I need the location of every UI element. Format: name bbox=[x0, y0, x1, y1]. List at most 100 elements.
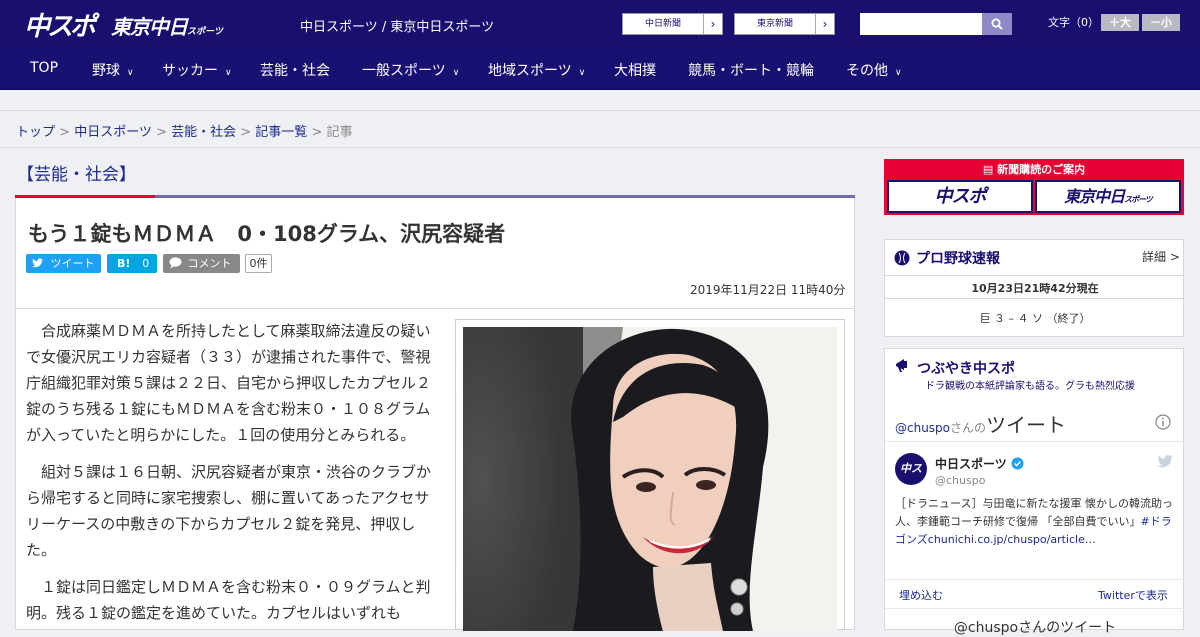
baseball-icon bbox=[894, 250, 910, 266]
search-button[interactable] bbox=[982, 13, 1012, 35]
photo-frame bbox=[463, 327, 837, 631]
breadcrumb-chunichi-sports[interactable]: 中日スポーツ bbox=[74, 125, 152, 140]
chevron-right-icon: › bbox=[822, 17, 828, 31]
chunichi-shimbun-label: 中日新聞 bbox=[623, 14, 704, 34]
breadcrumb-bar: トップ > 中日スポーツ > 芸能・社会 > 記事一覧 > 記事 bbox=[0, 110, 1200, 148]
info-icon[interactable] bbox=[1155, 414, 1171, 430]
nav-general-sports[interactable]: 一般スポーツ ∨ bbox=[362, 60, 459, 80]
hatena-icon: B! bbox=[117, 257, 131, 270]
twitter-san: さんの bbox=[950, 421, 987, 435]
font-bigger-button[interactable]: ＋大 bbox=[1101, 14, 1139, 31]
breadcrumb-article-list[interactable]: 記事一覧 bbox=[255, 125, 307, 140]
article-paragraph: 組対５課は１６日朝、沢尻容疑者が東京・渋谷のクラブから帰宅すると同時に家宅捜索し… bbox=[26, 463, 432, 559]
tokyo-logo-text: 東京中日 bbox=[111, 15, 188, 39]
subscription-title: ▤ 新聞購読のご案内 bbox=[884, 161, 1184, 177]
tokyo-chunichi-logo[interactable]: 東京中日スポーツ bbox=[111, 11, 223, 40]
nav-label: 大相撲 bbox=[614, 63, 656, 79]
font-smaller-button[interactable]: －小 bbox=[1142, 14, 1180, 31]
twitter-tweet-word: ツイート bbox=[986, 413, 1067, 437]
newspaper-icon: ▤ bbox=[982, 163, 998, 176]
chunichi-shimbun-link[interactable]: 中日新聞 › bbox=[622, 13, 723, 35]
search-icon bbox=[991, 18, 1003, 30]
divider bbox=[885, 579, 1185, 580]
hatena-count: 0 bbox=[142, 257, 150, 270]
chevron-down-icon: ∨ bbox=[225, 68, 232, 78]
comment-count: 0件 bbox=[245, 254, 272, 273]
breadcrumb-entertainment[interactable]: 芸能・社会 bbox=[171, 125, 236, 140]
tweet-button[interactable]: ツイート bbox=[26, 254, 101, 273]
comment-label: コメント bbox=[187, 257, 232, 270]
breadcrumb-sep: > bbox=[307, 125, 327, 140]
article-paragraph: １錠は同日鑑定しＭＤＭＡを含む粉末０・０９グラムと判明。残る１錠の鑑定を進めてい… bbox=[26, 578, 431, 622]
breadcrumb-current: 記事 bbox=[326, 125, 353, 140]
tokyo-logo-sub: スポーツ bbox=[187, 27, 223, 37]
baseball-detail-link[interactable]: 詳細 > bbox=[1142, 248, 1180, 265]
divider bbox=[16, 308, 854, 309]
nav-baseball[interactable]: 野球 ∨ bbox=[92, 60, 134, 80]
breadcrumb-sep: > bbox=[236, 125, 256, 140]
tokyo-shimbun-label: 東京新聞 bbox=[735, 14, 816, 34]
breadcrumb: トップ > 中日スポーツ > 芸能・社会 > 記事一覧 > 記事 bbox=[16, 121, 353, 140]
twitter-bird-icon[interactable] bbox=[1157, 455, 1173, 468]
divider bbox=[885, 275, 1185, 276]
nav-label: TOP bbox=[30, 60, 59, 76]
nav-label: 競馬・ボート・競輪 bbox=[688, 63, 814, 79]
font-size-label: 文字（0） bbox=[1048, 16, 1099, 29]
site-name: 中日スポーツ / 東京中日スポーツ bbox=[300, 20, 495, 35]
nav-entertainment[interactable]: 芸能・社会 bbox=[260, 60, 330, 80]
category-underline-accent bbox=[15, 195, 155, 198]
chevron-down-icon: ∨ bbox=[578, 68, 586, 78]
breadcrumb-sep: > bbox=[55, 125, 75, 140]
tweet-text[interactable]: ［ドラニュース］与田竜に新たな援軍 懐かしの韓流助っ人、李鍾範コーチ研修で復帰 … bbox=[895, 495, 1177, 549]
chuspo-logo[interactable]: 中スポ bbox=[24, 6, 96, 43]
chuspo-avatar[interactable]: 中スポ bbox=[895, 453, 927, 507]
nav-label: その他 bbox=[846, 63, 888, 79]
subscribe-chuspo[interactable]: 中スポ bbox=[887, 180, 1033, 213]
embed-link[interactable]: 埋め込む bbox=[899, 587, 943, 603]
twitter-account-link[interactable]: @chuspo bbox=[895, 421, 950, 435]
category-title: 【芸能・社会】 bbox=[17, 165, 136, 185]
subscription-title-text: 新聞購読のご案内 bbox=[997, 163, 1086, 176]
nav-regional-sports[interactable]: 地域スポーツ ∨ bbox=[488, 60, 585, 80]
nav-label: 地域スポーツ bbox=[488, 63, 572, 79]
comment-bubble-icon bbox=[169, 257, 182, 269]
tweet-user-handle[interactable]: @chuspo bbox=[935, 474, 985, 487]
tsubuyaki-subtitle: ドラ観戦の本紙評論家も語る。グラも熱烈応援 bbox=[925, 381, 1135, 392]
subscribe-tokyo-chunichi[interactable]: 東京中日スポーツ bbox=[1035, 180, 1181, 213]
divider bbox=[885, 441, 1185, 442]
tokyo-shimbun-link[interactable]: 東京新聞 › bbox=[734, 13, 835, 35]
chevron-down-icon: ∨ bbox=[452, 68, 460, 78]
tweet-user-name-text: 中日スポーツ bbox=[935, 457, 1007, 471]
article-photo[interactable] bbox=[455, 319, 845, 631]
nav-top[interactable]: TOP bbox=[30, 60, 58, 76]
article-title: もう１錠もＭＤＭＡ 0・108グラム、沢尻容疑者 bbox=[28, 222, 506, 246]
view-on-twitter-link[interactable]: Twitterで表示 bbox=[1098, 587, 1168, 603]
nav-racing[interactable]: 競馬・ボート・競輪 bbox=[688, 60, 814, 80]
subscribe-tokyo-sub: スポーツ bbox=[1124, 195, 1153, 204]
comment-button[interactable]: コメント bbox=[163, 254, 240, 273]
nav-sumo[interactable]: 大相撲 bbox=[614, 60, 656, 80]
hatena-bookmark-button[interactable]: B! 0 bbox=[107, 254, 157, 273]
twitter-footer-link[interactable]: @chuspoさんのツイート bbox=[885, 617, 1185, 637]
top-header: 中スポ 東京中日スポーツ 中日スポーツ / 東京中日スポーツ 中日新聞 › 東京新… bbox=[0, 0, 1200, 48]
main-nav: TOP 野球 ∨ サッカー ∨ 芸能・社会 一般スポーツ ∨ 地域スポーツ ∨ 大相撲 … bbox=[0, 48, 1200, 90]
breadcrumb-top[interactable]: トップ bbox=[16, 125, 55, 140]
chevron-down-icon: ∨ bbox=[127, 68, 134, 78]
verified-badge-icon bbox=[1011, 457, 1024, 470]
article-body: 合成麻薬ＭＤＭＡを所持したとして麻薬取締法違反の疑いで女優沢尻エリカ容疑者（３３… bbox=[26, 318, 444, 637]
breadcrumb-sep: > bbox=[151, 125, 172, 140]
nav-other[interactable]: その他 ∨ bbox=[846, 60, 902, 80]
search-input[interactable] bbox=[860, 13, 982, 35]
tweet-text-tail: い」 bbox=[1118, 515, 1141, 528]
baseball-score-panel: プロ野球速報 詳細 > 10月23日21時42分現在 巨 ３ – ４ ソ （終了… bbox=[884, 239, 1185, 337]
baseball-score[interactable]: 巨 ３ – ４ ソ （終了） bbox=[885, 310, 1185, 326]
article-paragraph: 合成麻薬ＭＤＭＡを所持したとして麻薬取締法違反の疑いで女優沢尻エリカ容疑者（３３… bbox=[26, 322, 432, 444]
subscription-banner[interactable]: ▤ 新聞購読のご案内 中スポ 東京中日スポーツ bbox=[884, 159, 1184, 215]
tweet-user-name[interactable]: 中日スポーツ bbox=[935, 455, 1024, 472]
twitter-bird-icon bbox=[32, 258, 43, 268]
nav-soccer[interactable]: サッカー ∨ bbox=[162, 60, 232, 80]
divider bbox=[885, 608, 1185, 609]
chevron-down-icon: ∨ bbox=[895, 68, 902, 78]
article-date: 2019年11月22日 11時40分 bbox=[690, 283, 846, 297]
category-underline bbox=[15, 195, 855, 198]
